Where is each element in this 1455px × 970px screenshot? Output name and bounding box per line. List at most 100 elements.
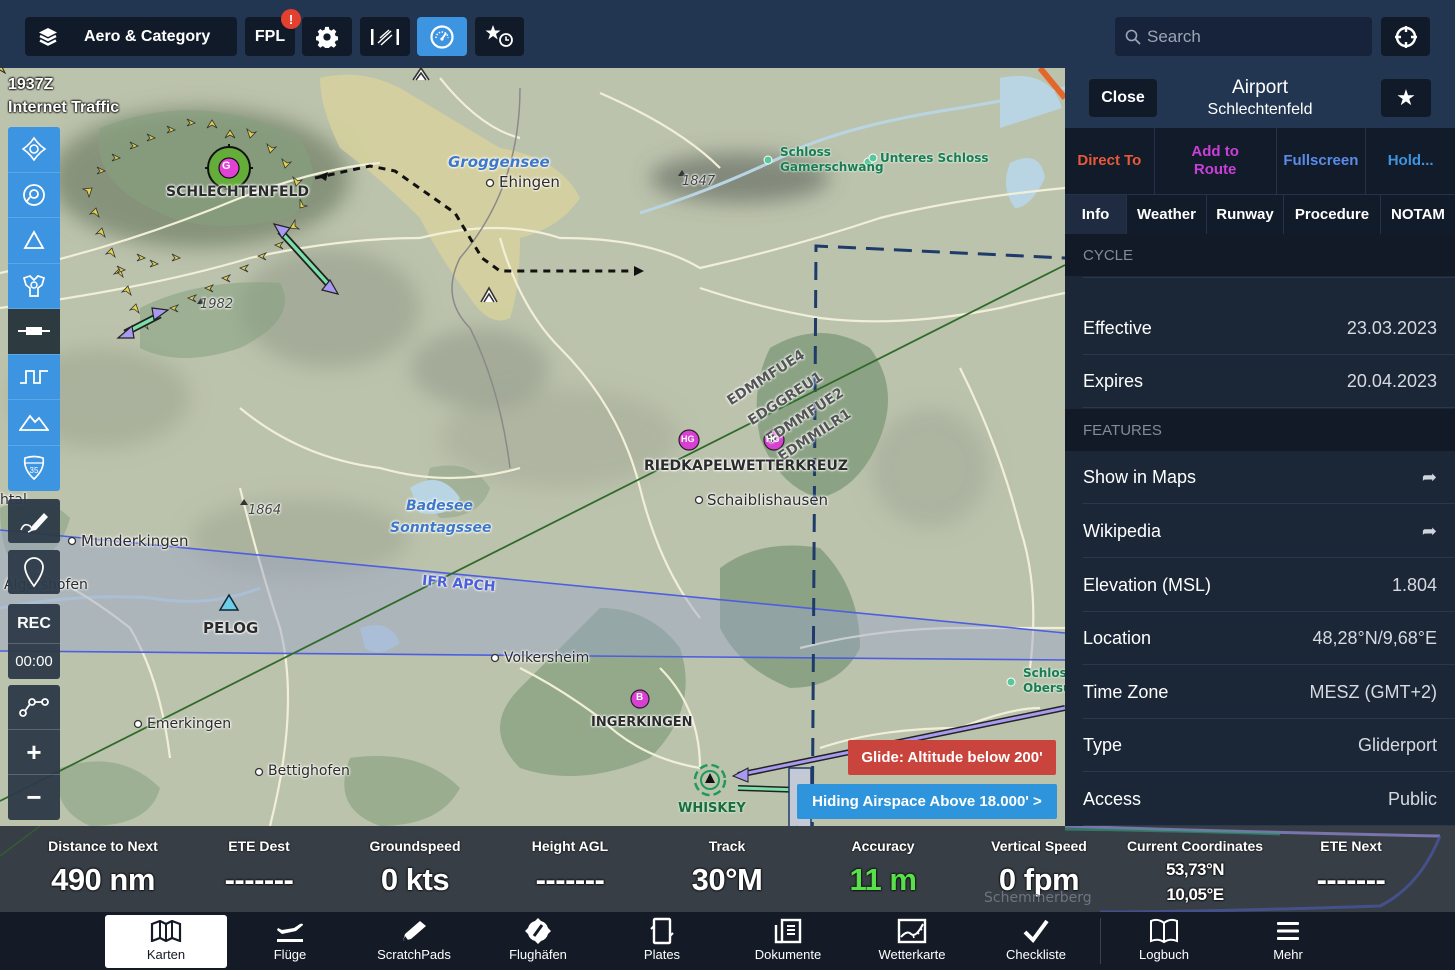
tab-label: Karten — [146, 947, 186, 962]
tab-checkliste[interactable]: Checkliste — [975, 915, 1097, 968]
glide-altitude-alert[interactable]: Glide: Altitude below 200' — [848, 740, 1056, 775]
track-up-icon — [21, 182, 47, 208]
add-pin-button[interactable] — [8, 550, 60, 594]
weather-map-icon — [897, 918, 927, 944]
airport-label-schlechtenfeld[interactable]: SCHLECHTENFELD — [166, 184, 309, 200]
instrument-value: ------- — [224, 862, 294, 897]
tab-runway[interactable]: Runway — [1207, 195, 1284, 234]
search-field[interactable] — [1115, 17, 1372, 56]
traffic-source: Internet Traffic — [8, 99, 120, 116]
info-row-type: Type Gliderport — [1065, 719, 1455, 772]
fullscreen-button[interactable]: Fullscreen — [1277, 128, 1367, 194]
feature-row-wikipedia[interactable]: Wikipedia ➦ — [1065, 505, 1455, 558]
info-row-elevation: Elevation (MSL) 1.804 — [1065, 559, 1455, 612]
info-scroll-area[interactable]: Updated 24.03.2023 CYCLE Effective 23.03… — [1065, 234, 1455, 826]
section-header-features: FEATURES — [1065, 409, 1455, 451]
instrument-bar[interactable]: Distance to Next 490 nm ETE Dest -------… — [0, 826, 1455, 912]
tab-label: Plates — [643, 947, 681, 962]
locate-button[interactable] — [1381, 17, 1430, 56]
settings-button[interactable] — [302, 17, 352, 56]
track-up-button[interactable] — [8, 173, 60, 218]
tab-info[interactable]: Info — [1065, 195, 1127, 234]
add-to-route-button[interactable]: Add to Route — [1155, 128, 1277, 194]
instruments-button[interactable] — [417, 17, 467, 56]
bottom-tab-bar: Karten Flüge ScratchPads Flughäfen Plate… — [0, 912, 1455, 970]
rec-label: REC — [8, 604, 60, 644]
balloon-glyph: B — [636, 692, 644, 703]
close-button[interactable]: Close — [1089, 79, 1157, 117]
vertical-profile-button[interactable] — [8, 355, 60, 400]
waypoint-label-pelog[interactable]: PELOG — [203, 619, 258, 637]
airspace-filter-button[interactable] — [8, 264, 60, 309]
tab-procedure[interactable]: Procedure — [1284, 195, 1381, 234]
tab-mehr[interactable]: Mehr — [1227, 915, 1349, 968]
info-row-time-zone: Time Zone MESZ (GMT+2) — [1065, 666, 1455, 719]
airport-info-panel: Close Airport Schlechtenfeld ★ Direct To… — [1065, 68, 1455, 826]
tab-weather[interactable]: Weather — [1127, 195, 1207, 234]
star-icon: ★ — [1396, 85, 1416, 110]
row-value: 1.804 — [1391, 575, 1437, 595]
tab-dokumente[interactable]: Dokumente — [727, 915, 849, 968]
draw-button[interactable] — [8, 499, 60, 543]
lake-label: Groggensee — [448, 153, 550, 171]
wind-layer-button[interactable] — [360, 17, 410, 56]
search-input[interactable] — [1147, 26, 1347, 47]
info-row-access: Access Public — [1065, 773, 1455, 826]
row-label: Time Zone — [1083, 682, 1169, 702]
runway-button[interactable] — [8, 309, 60, 355]
triangle-icon — [22, 229, 46, 251]
direct-to-button[interactable]: Direct To — [1065, 128, 1155, 194]
airport-filter-button[interactable] — [8, 218, 60, 264]
logbook-icon — [1148, 918, 1180, 944]
route-edit-button[interactable] — [8, 685, 60, 730]
town-label: Ehingen — [499, 173, 560, 191]
row-value: Gliderport — [1357, 735, 1437, 755]
vrp-label-whiskey[interactable]: WHISKEY — [678, 801, 746, 816]
zoom-in-button[interactable]: + — [8, 730, 60, 775]
tab-logbuch[interactable]: Logbuch — [1103, 915, 1225, 968]
pencil-icon — [399, 918, 429, 944]
tab-label: Logbuch — [1139, 947, 1189, 962]
instrument-value: 53,73°N 10,05°E — [1120, 857, 1270, 907]
zulu-time: 1937Z — [8, 76, 54, 93]
center-on-position-button[interactable] — [8, 127, 60, 173]
tab-flughaefen[interactable]: Flughäfen — [477, 915, 599, 968]
tab-plates[interactable]: Plates — [601, 915, 723, 968]
town-label: Munderkingen — [81, 532, 189, 550]
zoom-out-button[interactable]: − — [8, 775, 60, 820]
peak-elevation: 1982 — [200, 297, 234, 312]
runway-icon — [18, 324, 50, 338]
map-mode-toolbar: 35 — [8, 127, 60, 491]
panel-subtitle: Schlechtenfeld — [1207, 101, 1313, 118]
section-header-cycle: CYCLE — [1065, 234, 1455, 276]
tab-scratchpads[interactable]: ScratchPads — [353, 915, 475, 968]
site-label-riedkapel[interactable]: RIEDKAPELWETTERKREUZ — [644, 458, 848, 474]
site-label-ingerkingen[interactable]: INGERKINGEN — [591, 715, 693, 730]
poi-label: Schloss Obersu — [1023, 666, 1065, 695]
highway-button[interactable]: 35 — [8, 446, 60, 492]
route-nodes-icon — [18, 696, 50, 718]
row-value: 23.03.2023 — [1346, 318, 1437, 338]
record-track-button[interactable]: REC 00:00 — [8, 604, 60, 679]
tab-wetterkarte[interactable]: Wetterkarte — [851, 915, 973, 968]
latitude-value: 53,73°N — [1165, 860, 1225, 879]
hiding-airspace-banner[interactable]: Hiding Airspace Above 18.000' > — [797, 784, 1057, 819]
row-label: Show in Maps — [1083, 467, 1197, 487]
layers-button[interactable]: Aero & Category — [25, 17, 237, 56]
row-value: MESZ (GMT+2) — [1309, 682, 1437, 702]
tab-label: Dokumente — [754, 947, 822, 962]
flight-plan-button[interactable]: FPL ! — [245, 9, 301, 56]
feature-row-show-in-maps[interactable]: Show in Maps ➦ — [1065, 451, 1455, 504]
terrain-button[interactable] — [8, 400, 60, 446]
tab-notam[interactable]: NOTAM — [1381, 195, 1455, 234]
poi-label: Unteres Schloss — [880, 151, 989, 165]
hold-button[interactable]: Hold... — [1366, 128, 1455, 194]
tab-karten[interactable]: Karten — [105, 915, 227, 968]
tab-fluege[interactable]: Flüge — [229, 915, 351, 968]
favorite-button[interactable]: ★ — [1381, 79, 1431, 117]
airport-icon — [524, 917, 552, 945]
favorites-history-button[interactable] — [475, 17, 524, 56]
instrument-label: Track — [708, 838, 746, 854]
map-view[interactable]: 1937Z Internet Traffic SCHLECHTENFELD G … — [0, 68, 1065, 826]
instrument-value: 490 nm — [51, 862, 155, 897]
